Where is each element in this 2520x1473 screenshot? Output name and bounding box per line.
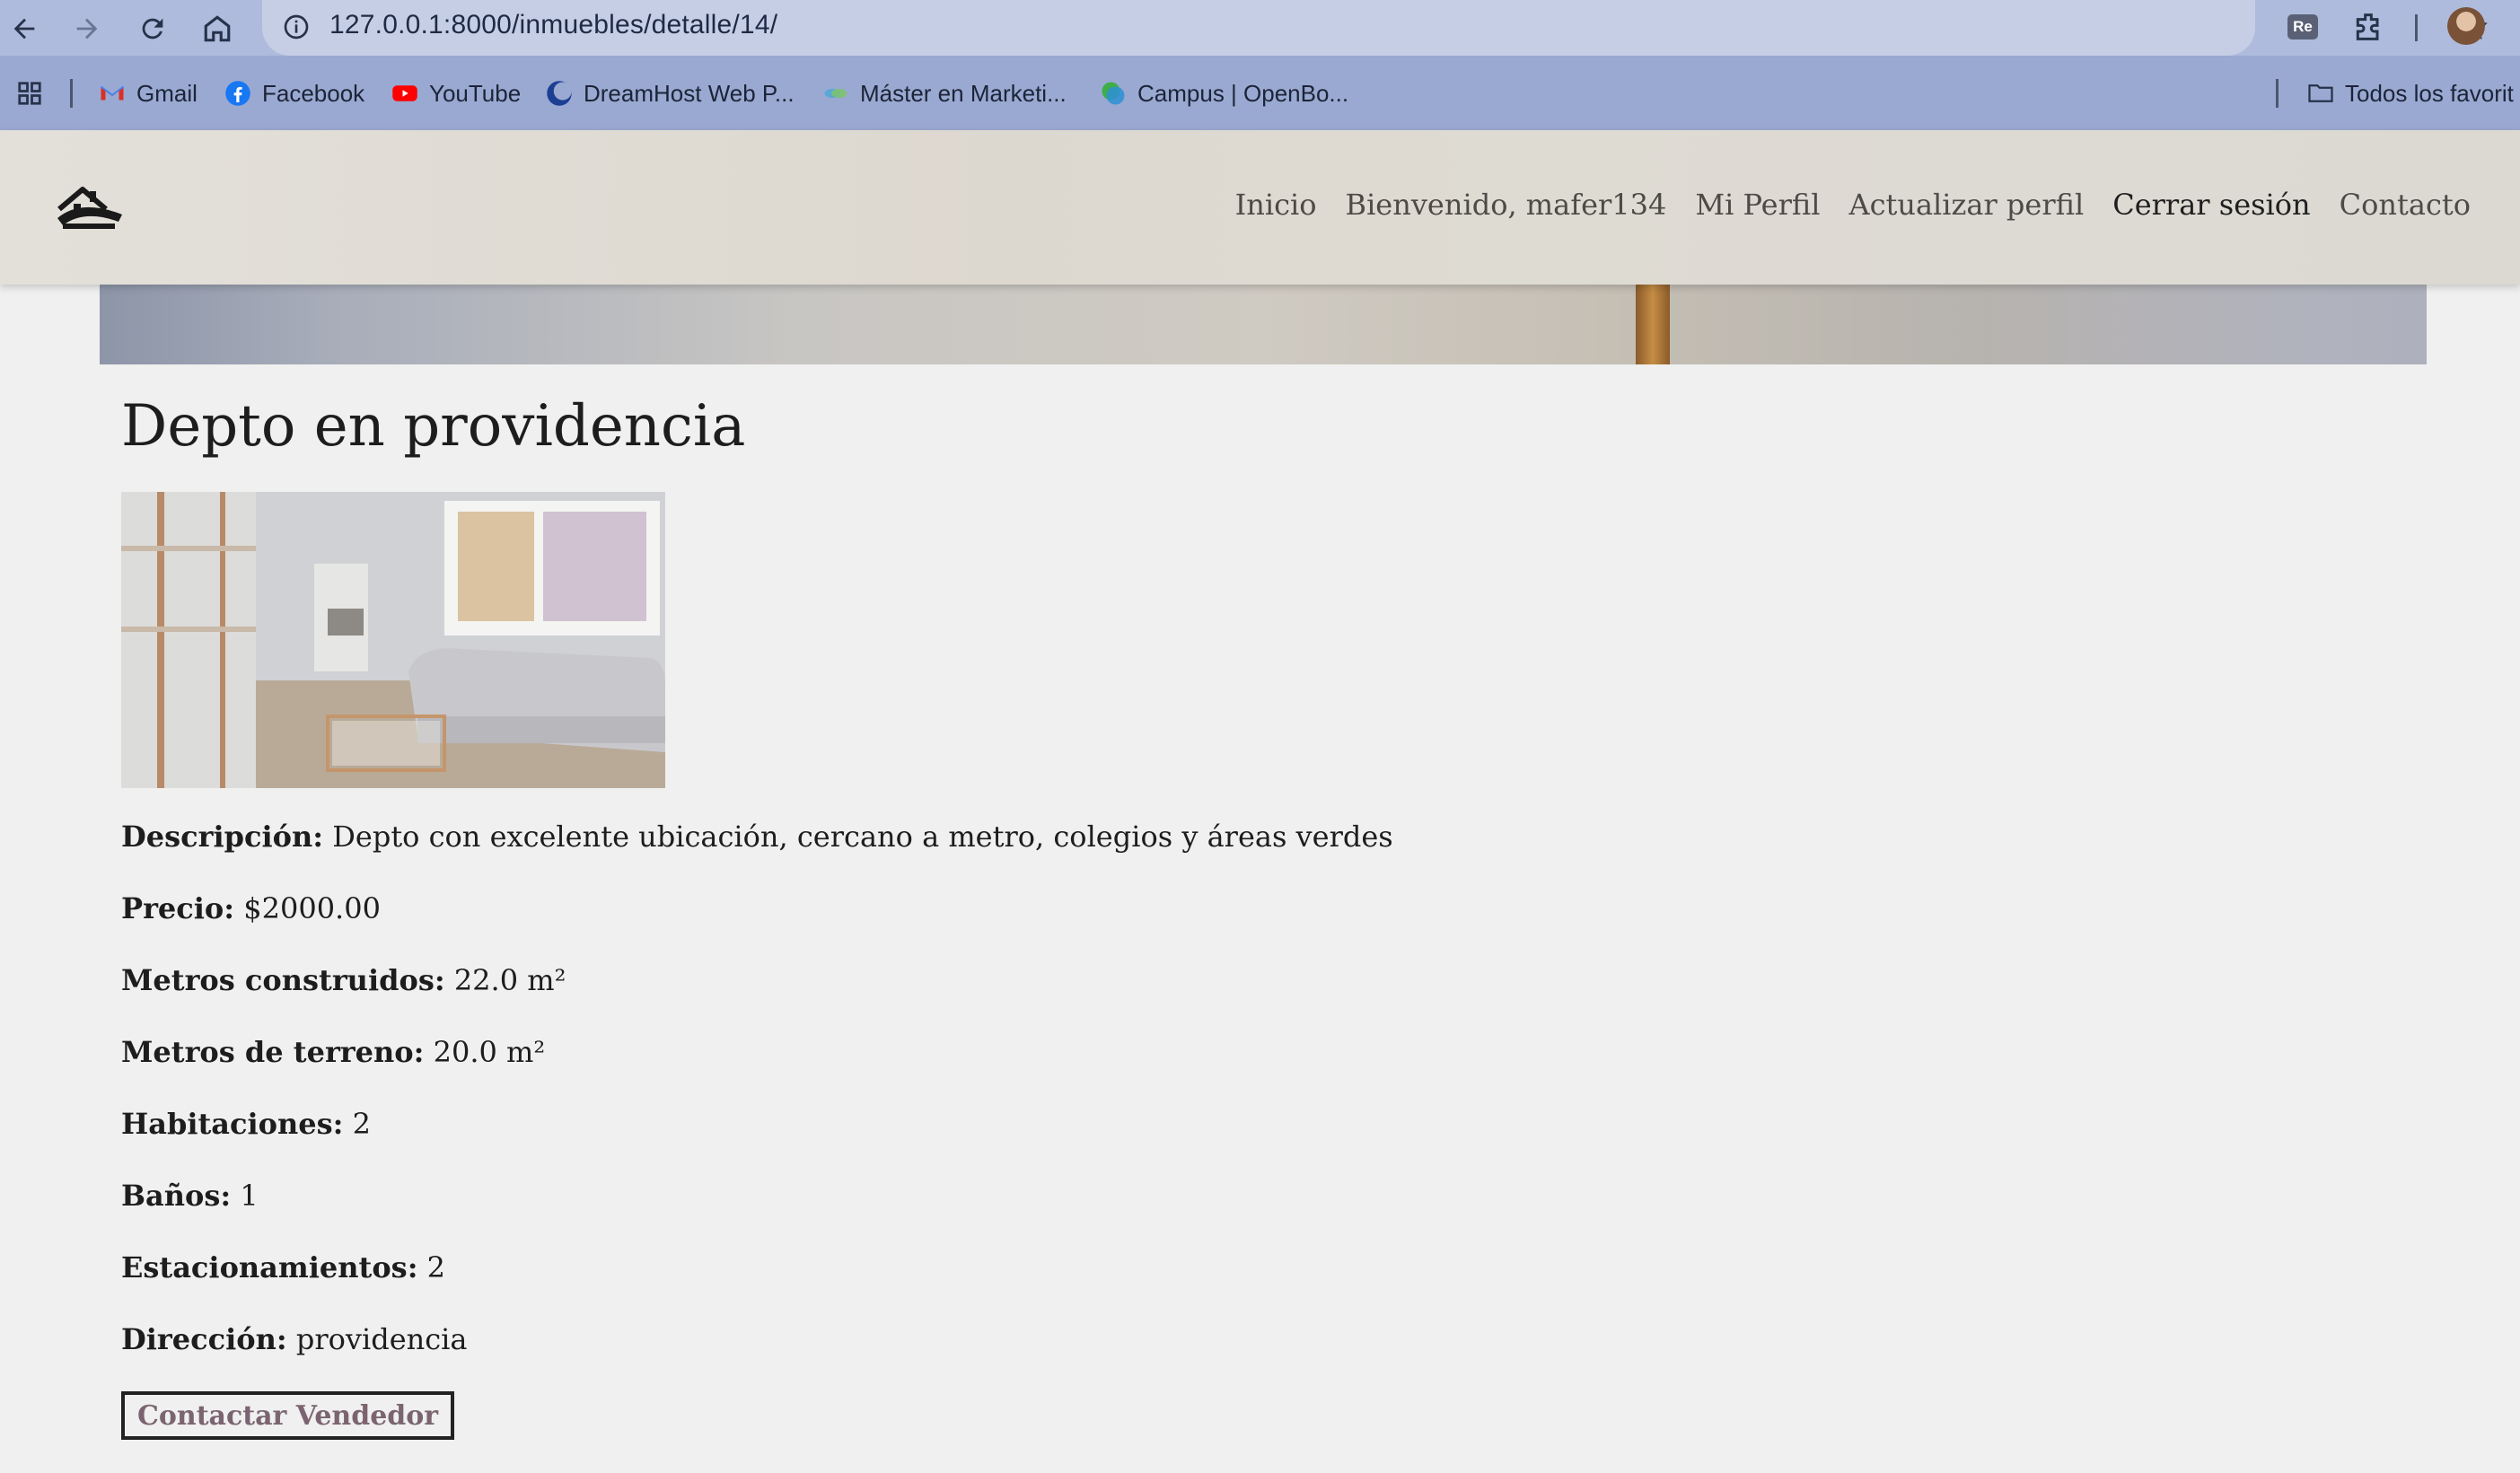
url-text[interactable]: 127.0.0.1:8000/inmuebles/detalle/14/ <box>329 10 777 40</box>
property-photo <box>121 492 665 788</box>
extension-re-icon[interactable]: Re <box>2287 14 2318 39</box>
bookmarks-separator <box>70 79 73 108</box>
forward-button[interactable] <box>67 9 107 48</box>
campus-icon <box>1102 82 1125 105</box>
bookmark-marketing[interactable]: Máster en Marketi... <box>822 75 1067 111</box>
main-nav: Inicio Bienvenido, mafer134 Mi Perfil Ac… <box>1235 188 2471 222</box>
bookmarks-bar: Gmail Facebook YouTube DreamHost Web P..… <box>0 56 2520 129</box>
field-descripcion: Descripción: Depto con excelente ubicaci… <box>121 820 1393 854</box>
bookmark-gmail[interactable]: Gmail <box>99 75 198 111</box>
site-logo-icon[interactable] <box>54 177 126 240</box>
dreamhost-icon <box>547 81 572 106</box>
field-banos: Baños: 1 <box>121 1179 259 1213</box>
marketing-icon <box>824 89 847 98</box>
bookmark-youtube[interactable]: YouTube <box>391 75 521 111</box>
arrow-right-icon <box>76 18 98 39</box>
contact-seller-button[interactable]: Contactar Vendedor <box>121 1391 455 1440</box>
profile-avatar[interactable] <box>2447 7 2485 45</box>
property-detail: Depto en providencia Descripción: Depto … <box>121 393 2366 1440</box>
arrow-left-icon <box>13 18 35 39</box>
reload-icon <box>142 18 163 39</box>
nav-cerrar-sesion[interactable]: Cerrar sesión <box>2112 188 2310 222</box>
living-room-image <box>121 492 665 788</box>
field-direccion: Dirección: providencia <box>121 1322 468 1356</box>
bookmark-facebook[interactable]: Facebook <box>224 75 364 111</box>
reload-button[interactable] <box>133 9 172 48</box>
all-bookmarks-folder[interactable]: Todos los favorit <box>2307 75 2514 111</box>
site-header: Inicio Bienvenido, mafer134 Mi Perfil Ac… <box>0 130 2520 285</box>
address-bar[interactable]: 127.0.0.1:8000/inmuebles/detalle/14/ <box>262 0 2488 56</box>
home-icon <box>204 15 231 42</box>
nav-mi-perfil[interactable]: Mi Perfil <box>1695 188 1820 222</box>
folder-icon <box>2308 84 2333 102</box>
home-button[interactable] <box>198 9 237 48</box>
bookmark-dreamhost[interactable]: DreamHost Web P... <box>546 75 795 111</box>
field-estacionamientos: Estacionamientos: 2 <box>121 1250 446 1284</box>
nav-bienvenido[interactable]: Bienvenido, mafer134 <box>1346 188 1667 222</box>
youtube-icon <box>392 85 417 101</box>
nav-contacto[interactable]: Contacto <box>2340 188 2471 222</box>
apps-grid-icon[interactable] <box>16 80 43 107</box>
field-metros-terreno: Metros de terreno: 20.0 m² <box>121 1035 546 1069</box>
property-fields: Descripción: Depto con excelente ubicaci… <box>121 817 1393 1391</box>
bookmark-campus[interactable]: Campus | OpenBo... <box>1100 75 1348 111</box>
field-precio: Precio: $2000.00 <box>121 891 381 925</box>
back-button[interactable] <box>4 9 44 48</box>
toolbar-separator <box>2415 14 2418 41</box>
field-habitaciones: Habitaciones: 2 <box>121 1107 371 1141</box>
property-title: Depto en providencia <box>121 393 746 460</box>
browser-toolbar: 127.0.0.1:8000/inmuebles/detalle/14/ Re <box>0 0 2520 56</box>
extensions-puzzle-icon[interactable] <box>2350 9 2386 45</box>
site-info-icon[interactable] <box>282 13 311 41</box>
gmail-icon <box>100 85 125 101</box>
nav-inicio[interactable]: Inicio <box>1235 188 1317 222</box>
nav-actualizar-perfil[interactable]: Actualizar perfil <box>1848 188 2084 222</box>
field-metros-construidos: Metros construidos: 22.0 m² <box>121 963 566 997</box>
facebook-icon <box>225 81 250 106</box>
browser-chrome: 127.0.0.1:8000/inmuebles/detalle/14/ Re … <box>0 0 2520 130</box>
bookmarks-separator <box>2276 79 2279 108</box>
